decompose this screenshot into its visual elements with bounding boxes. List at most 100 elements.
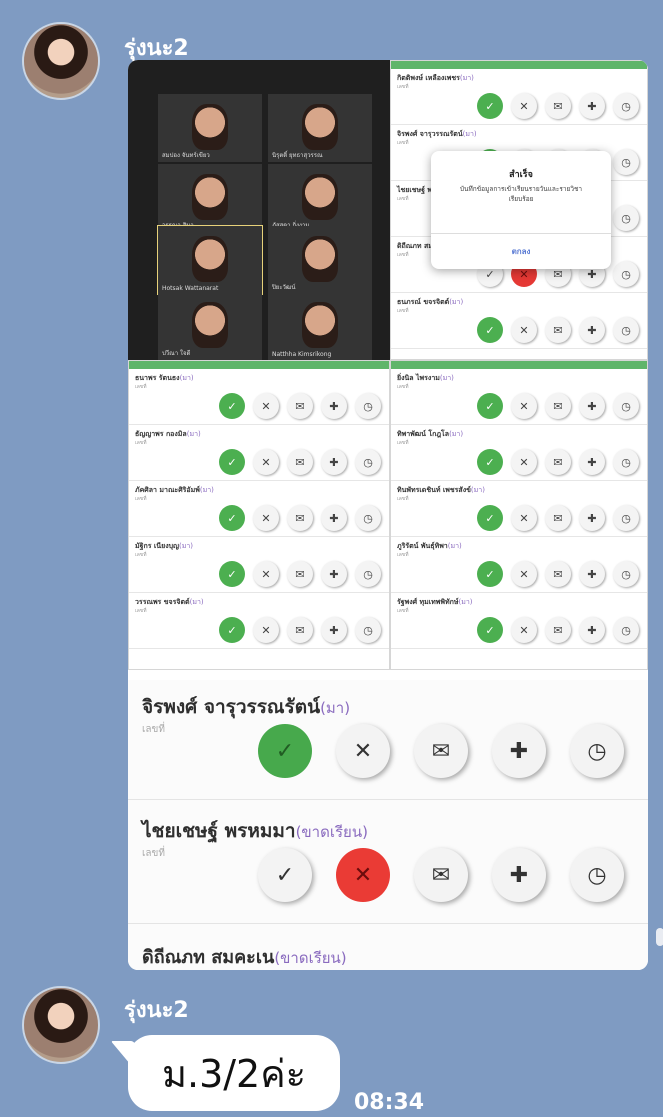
x-button[interactable]: ✕ [253, 505, 279, 531]
clock-button[interactable]: ◷ [613, 561, 639, 587]
mail-button[interactable]: ✉ [287, 393, 313, 419]
clock-button[interactable]: ◷ [613, 393, 639, 419]
medical-button[interactable]: ✚ [579, 317, 605, 343]
x-button[interactable]: ✕ [253, 561, 279, 587]
check-button[interactable]: ✓ [258, 848, 312, 902]
x-button[interactable]: ✕ [253, 449, 279, 475]
student-id-label: เลขที่ [397, 196, 409, 202]
clock-icon: ◷ [621, 99, 631, 113]
medical-button[interactable]: ✚ [579, 449, 605, 475]
check-button[interactable]: ✓ [219, 505, 245, 531]
clock-button[interactable]: ◷ [570, 848, 624, 902]
clock-button[interactable]: ◷ [355, 617, 381, 643]
medical-button[interactable]: ✚ [321, 561, 347, 587]
message-bubble[interactable]: ม.3/2ค่ะ [110, 1035, 340, 1111]
check-button[interactable]: ✓ [477, 393, 503, 419]
clock-button[interactable]: ◷ [613, 449, 639, 475]
attendance-panel-bottom-right: ยิ่งนิล ไพรงาม(มา) เลขที่ ✓ ✕ ✉ ✚ ◷ ทิพาพัฒน์ โ… [390, 360, 648, 670]
medical-button[interactable]: ✚ [321, 393, 347, 419]
clock-button[interactable]: ◷ [613, 505, 639, 531]
mail-icon: ✉ [553, 399, 563, 413]
medical-button[interactable]: ✚ [321, 617, 347, 643]
mail-button[interactable]: ✉ [545, 505, 571, 531]
check-button[interactable]: ✓ [219, 617, 245, 643]
mail-button[interactable]: ✉ [545, 449, 571, 475]
x-button[interactable]: ✕ [511, 449, 537, 475]
mail-button[interactable]: ✉ [287, 449, 313, 475]
clock-button[interactable]: ◷ [613, 617, 639, 643]
medical-button[interactable]: ✚ [579, 505, 605, 531]
clock-button[interactable]: ◷ [613, 93, 639, 119]
mail-button[interactable]: ✉ [545, 561, 571, 587]
medical-button[interactable]: ✚ [321, 449, 347, 475]
medical-button[interactable]: ✚ [492, 848, 546, 902]
student-row: ภัคศิลา มาณะศิริอัมพ์(มา) เลขที่ ✓ ✕ ✉ ✚ ◷ [129, 481, 389, 537]
clock-button[interactable]: ◷ [613, 205, 639, 231]
medical-icon: ✚ [587, 455, 597, 469]
x-icon: ✕ [519, 323, 529, 337]
x-button[interactable]: ✕ [336, 724, 390, 778]
clock-icon: ◷ [621, 455, 631, 469]
mail-button[interactable]: ✉ [414, 724, 468, 778]
medical-button[interactable]: ✚ [492, 724, 546, 778]
shared-image[interactable]: สมปอง จันทร์เขียว นิรุตติ์ ยุทธาสุวรรณ ว… [128, 60, 648, 970]
clock-button[interactable]: ◷ [613, 149, 639, 175]
x-button[interactable]: ✕ [253, 393, 279, 419]
mail-button[interactable]: ✉ [414, 848, 468, 902]
check-button[interactable]: ✓ [477, 561, 503, 587]
x-button[interactable]: ✕ [511, 93, 537, 119]
student-id-label: เลขที่ [397, 252, 409, 258]
clock-button[interactable]: ◷ [613, 317, 639, 343]
check-button[interactable]: ✓ [477, 449, 503, 475]
x-button[interactable]: ✕ [511, 393, 537, 419]
mail-icon: ✉ [295, 623, 305, 637]
dialog-ok-button[interactable]: ตกลง [431, 233, 611, 269]
student-name: ภัคศิลา มาณะศิริอัมพ์(มา) [135, 486, 214, 494]
check-button[interactable]: ✓ [258, 724, 312, 778]
participant-tile: Hotsak Wattanarat [157, 225, 263, 295]
x-button[interactable]: ✕ [511, 561, 537, 587]
medical-button[interactable]: ✚ [579, 561, 605, 587]
check-button[interactable]: ✓ [477, 93, 503, 119]
clock-button[interactable]: ◷ [570, 724, 624, 778]
sender-avatar[interactable] [22, 986, 100, 1064]
medical-button[interactable]: ✚ [321, 505, 347, 531]
x-button[interactable]: ✕ [336, 848, 390, 902]
clock-button[interactable]: ◷ [355, 393, 381, 419]
check-button[interactable]: ✓ [477, 505, 503, 531]
check-button[interactable]: ✓ [219, 561, 245, 587]
clock-icon: ◷ [587, 862, 607, 888]
x-button[interactable]: ✕ [511, 505, 537, 531]
x-icon: ✕ [261, 567, 271, 581]
x-button[interactable]: ✕ [511, 617, 537, 643]
student-row: รัฐพงศ์ ทุมเทพพิทักษ์(มา) เลขที่ ✓ ✕ ✉ ✚ ◷ [391, 593, 647, 649]
student-row: ธนภรณ์ ขจรจิตต์(มา) เลขที่ ✓ ✕ ✉ ✚ ◷ [391, 293, 647, 349]
medical-button[interactable]: ✚ [579, 93, 605, 119]
x-button[interactable]: ✕ [511, 317, 537, 343]
clock-button[interactable]: ◷ [355, 561, 381, 587]
clock-button[interactable]: ◷ [355, 449, 381, 475]
check-button[interactable]: ✓ [477, 617, 503, 643]
clock-icon: ◷ [363, 623, 373, 637]
mail-button[interactable]: ✉ [545, 617, 571, 643]
medical-button[interactable]: ✚ [579, 393, 605, 419]
mail-button[interactable]: ✉ [287, 617, 313, 643]
clock-button[interactable]: ◷ [613, 261, 639, 287]
mail-button[interactable]: ✉ [287, 505, 313, 531]
check-button[interactable]: ✓ [477, 317, 503, 343]
student-id-label: เลขที่ [135, 552, 147, 558]
medical-button[interactable]: ✚ [579, 617, 605, 643]
check-button[interactable]: ✓ [219, 449, 245, 475]
mail-button[interactable]: ✉ [545, 393, 571, 419]
mail-button[interactable]: ✉ [545, 93, 571, 119]
sender-avatar[interactable] [22, 22, 100, 100]
x-icon: ✕ [261, 511, 271, 525]
check-button[interactable]: ✓ [219, 393, 245, 419]
mail-button[interactable]: ✉ [545, 317, 571, 343]
x-button[interactable]: ✕ [253, 617, 279, 643]
student-id-label: เลขที่ [397, 384, 409, 390]
student-name: จิรพงศ์ จารุวรรณรัตน์(มา) [397, 130, 477, 138]
sender-name: รุ่งนะ2 [124, 998, 189, 1023]
clock-button[interactable]: ◷ [355, 505, 381, 531]
mail-button[interactable]: ✉ [287, 561, 313, 587]
